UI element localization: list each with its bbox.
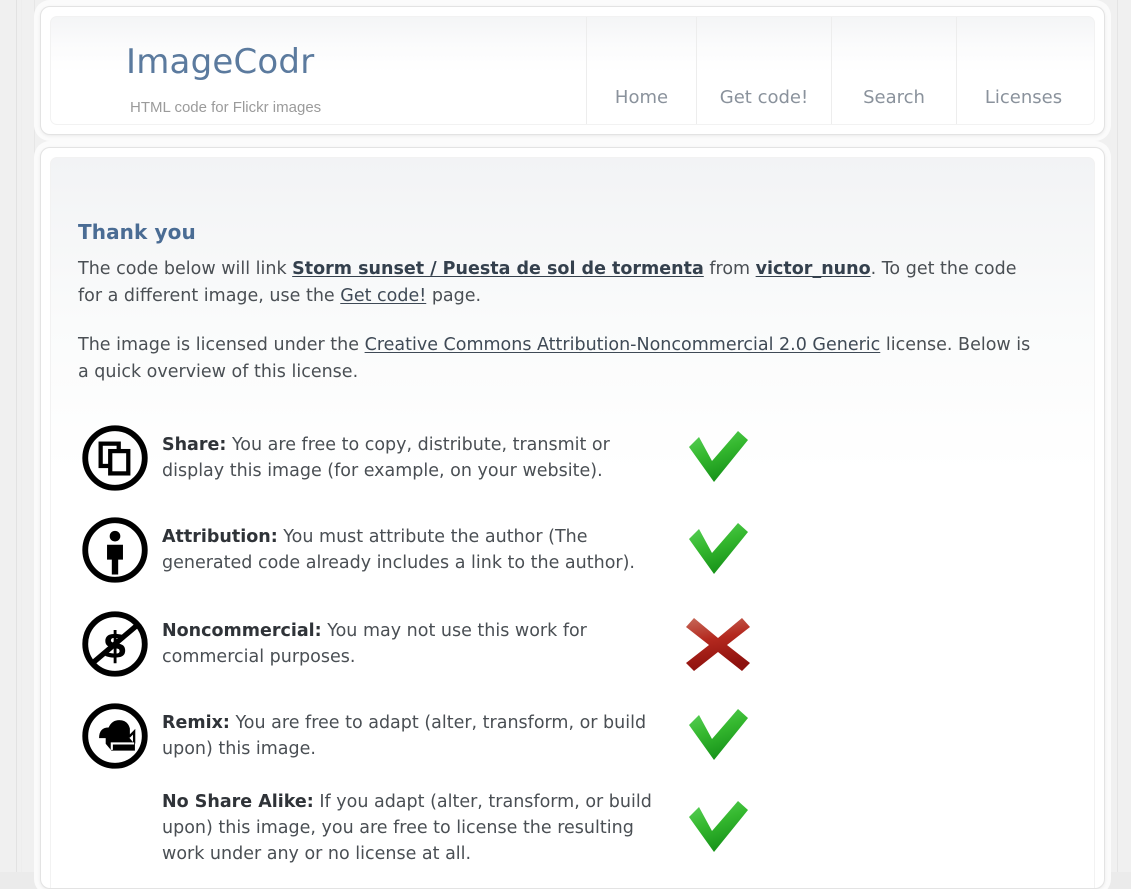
page-background: ImageCodr HTML code for Flickr images Ho… [0, 0, 1131, 889]
green-check-icon [674, 513, 762, 579]
license-row-no-share-alike: No Share Alike: If you adapt (alter, tra… [78, 787, 1074, 868]
license-text-remix: Remix: You are free to adapt (alter, tra… [162, 699, 674, 763]
page-edge-rail-2 [21, 0, 22, 872]
license-text-attribution: Attribution: You must attribute the auth… [162, 513, 674, 577]
license-row-attribution: Attribution: You must attribute the auth… [78, 513, 1074, 589]
license-intro-paragraph: The image is licensed under the Creative… [78, 332, 1040, 386]
license-text-noncommercial: Noncommercial: You may not use this work… [162, 607, 674, 671]
license-row-remix: Remix: You are free to adapt (alter, tra… [78, 699, 1074, 775]
license-term-share: Share: [162, 434, 227, 455]
nav-item-home[interactable]: Home [586, 17, 696, 124]
license-text-share: Share: You are free to copy, distribute,… [162, 421, 674, 485]
nav-item-licenses[interactable]: Licenses [956, 17, 1094, 124]
red-cross-icon [674, 607, 762, 673]
content-panel: Thank you The code below will link Storm… [40, 147, 1105, 889]
site-header-inner: ImageCodr HTML code for Flickr images Ho… [50, 16, 1095, 125]
license-text-no-share-alike: No Share Alike: If you adapt (alter, tra… [162, 787, 674, 868]
license-term-noncommercial: Noncommercial: [162, 620, 322, 641]
nav-item-search[interactable]: Search [831, 17, 956, 124]
page-edge-rail-1 [16, 0, 17, 872]
content-area: Thank you The code below will link Storm… [78, 220, 1074, 875]
no-icon-placeholder [78, 787, 152, 861]
license-description-remix: You are free to adapt (alter, transform,… [162, 712, 647, 759]
license-term-no-share-alike: No Share Alike: [162, 791, 314, 812]
intro-text-2: from [703, 259, 756, 279]
license-description-share: You are free to copy, distribute, transm… [162, 434, 610, 481]
license-row-noncommercial: $ Noncommercial: You may not use this wo… [78, 607, 1074, 683]
license-link[interactable]: Creative Commons Attribution-Noncommerci… [365, 335, 881, 355]
intro-text-4: page. [426, 286, 482, 307]
cc-attribution-icon [78, 513, 152, 587]
main-navigation: Home Get code! Search Licenses [586, 17, 1094, 124]
green-check-icon [674, 421, 762, 487]
content-panel-inner: Thank you The code below will link Storm… [50, 157, 1095, 888]
license-intro-text-1: The image is licensed under the [78, 335, 365, 356]
site-title[interactable]: ImageCodr [126, 45, 321, 79]
page-edge-rail-3 [34, 0, 35, 872]
intro-text-1: The code below will link [78, 259, 293, 279]
cc-remix-icon [78, 699, 152, 773]
site-header: ImageCodr HTML code for Flickr images Ho… [40, 6, 1105, 135]
green-check-icon [674, 699, 762, 765]
cc-share-icon [78, 421, 152, 495]
license-term-remix: Remix: [162, 712, 230, 733]
page-edge-rail-right [1117, 0, 1118, 872]
license-row-share: Share: You are free to copy, distribute,… [78, 421, 1074, 497]
green-check-icon [674, 787, 762, 857]
author-link[interactable]: victor_nuno [756, 259, 871, 279]
intro-paragraph: The code below will link Storm sunset / … [78, 256, 1040, 310]
nav-item-get-code[interactable]: Get code! [696, 17, 831, 124]
brand: ImageCodr HTML code for Flickr images [126, 45, 321, 116]
get-code-link[interactable]: Get code! [340, 286, 426, 306]
license-term-attribution: Attribution: [162, 526, 278, 547]
page-title: Thank you [78, 220, 196, 244]
site-tagline: HTML code for Flickr images [130, 99, 322, 116]
cc-noncommercial-icon: $ [78, 607, 152, 681]
license-summary-list: Share: You are free to copy, distribute,… [78, 421, 1074, 868]
image-title-link[interactable]: Storm sunset / Puesta de sol de tormenta [292, 259, 704, 279]
